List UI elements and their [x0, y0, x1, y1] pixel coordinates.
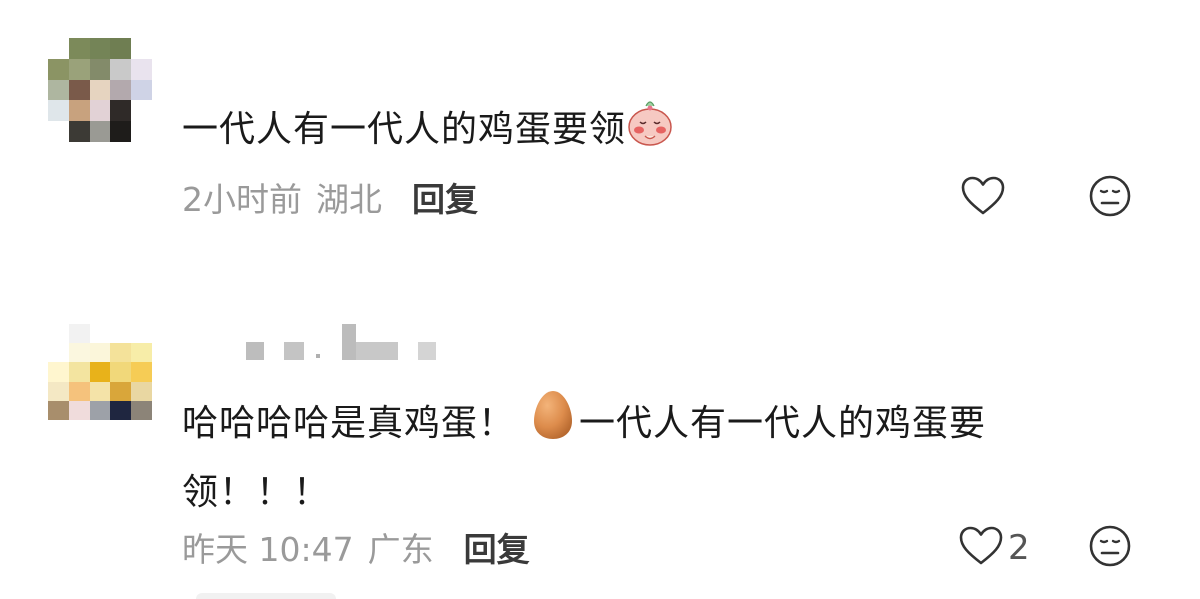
like-count: 2: [1008, 528, 1030, 568]
comment-item: 哈哈哈哈是真鸡蛋！ 一代人有一代人的鸡蛋要 领！！！ 昨天 10:47 广东 回…: [0, 300, 1200, 599]
avatar[interactable]: [48, 324, 152, 420]
comment-text-part1: 哈哈哈哈是真鸡蛋！: [182, 403, 516, 444]
comment-location: 广东: [367, 530, 434, 569]
comment-text-part2: 一代人有一代人的鸡蛋要: [579, 403, 987, 444]
blushing-bun-sticker-icon: [626, 96, 674, 166]
reply-button[interactable]: 回复: [464, 528, 530, 572]
reply-button[interactable]: 回复: [412, 178, 478, 222]
avatar[interactable]: [48, 38, 152, 142]
like-button[interactable]: [960, 176, 1006, 220]
dislike-button[interactable]: [1088, 524, 1132, 572]
comment-meta: 2小时前 湖北 回复: [182, 178, 478, 222]
comment-time: 2小时前: [182, 180, 302, 219]
comment-meta: 昨天 10:47 广东 回复: [182, 528, 530, 572]
heart-outline-icon: [960, 175, 1006, 221]
next-comment-peek: [196, 593, 336, 599]
comment-text: 哈哈哈哈是真鸡蛋！ 一代人有一代人的鸡蛋要 领！！！: [182, 388, 1142, 524]
dislike-button[interactable]: [1088, 174, 1132, 222]
like-button[interactable]: 2: [958, 526, 1030, 570]
comment-text-line2: 领！！！: [182, 472, 331, 513]
comment-text: 一代人有一代人的鸡蛋要领: [182, 96, 674, 166]
comment-time: 昨天 10:47: [182, 530, 354, 569]
egg-emoji-icon: [531, 388, 575, 462]
comment-text-content: 一代人有一代人的鸡蛋要领: [182, 109, 627, 150]
neutral-face-icon: [1088, 174, 1132, 222]
comment-location: 湖北: [316, 180, 382, 219]
comment-item: 一代人有一代人的鸡蛋要领 2小时前 湖北 回复: [0, 0, 1200, 250]
neutral-face-icon: [1088, 524, 1132, 572]
username-redacted: [246, 320, 446, 360]
heart-outline-icon: [958, 525, 1004, 571]
